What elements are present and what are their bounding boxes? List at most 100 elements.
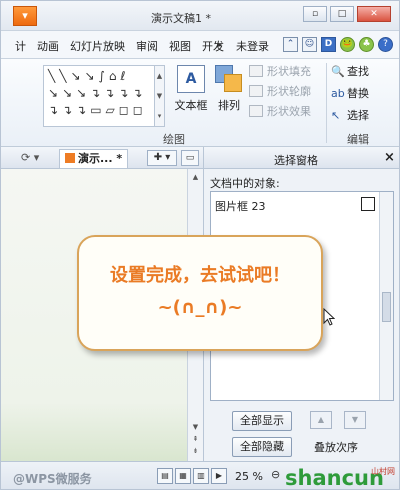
- connector-shape-icon[interactable]: ↴: [62, 103, 72, 117]
- objects-list-scrollbar[interactable]: [379, 192, 393, 400]
- select-button[interactable]: ↖ 选择: [331, 107, 369, 123]
- line-shape-icon[interactable]: ╲: [48, 69, 55, 83]
- mouse-cursor-icon: [323, 308, 335, 326]
- connector-shape-icon[interactable]: ↴: [104, 86, 114, 100]
- callout-emoticon: ~(∩_∩)~: [157, 297, 243, 318]
- shape-fill-button[interactable]: 形状填充: [249, 63, 311, 79]
- selection-pane-header: 选择窗格 ×: [204, 147, 399, 169]
- pen-icon: [249, 85, 263, 97]
- ribbon-tabs: 计 动画 幻灯片放映 审阅 视图 开发: [15, 38, 224, 54]
- frog-icon[interactable]: 🐸: [340, 37, 355, 52]
- arrow-shape-icon[interactable]: ↘: [76, 86, 86, 100]
- freeform-shape-icon[interactable]: ⌂: [109, 69, 117, 83]
- document-tab[interactable]: 演示... *: [59, 149, 129, 168]
- close-button[interactable]: ✕: [357, 6, 391, 22]
- tab-review[interactable]: 审阅: [136, 38, 158, 54]
- toolbar-icons: ⌃ ☺ D 🐸 ♣ ?: [283, 37, 393, 52]
- docer-icon[interactable]: D: [321, 37, 336, 52]
- notes-view-icon[interactable]: ▥: [193, 468, 209, 484]
- status-bar: @WPS微服务 ▤ ▦ ▥ ▶ 25 % ⊖ shancun 山村网: [1, 461, 399, 490]
- refresh-icon[interactable]: ⟳ ▾: [21, 151, 39, 164]
- shape-effects-button[interactable]: 形状效果: [249, 103, 311, 119]
- parallelogram-shape-icon[interactable]: ▱: [106, 103, 115, 117]
- arrow-shape-icon[interactable]: ↘: [85, 69, 95, 83]
- scroll-up-icon[interactable]: ▲: [189, 171, 202, 183]
- arrow-shape-icon[interactable]: ↘: [62, 86, 72, 100]
- curve-shape-icon[interactable]: ∫: [99, 69, 105, 83]
- selection-pane-title: 选择窗格: [274, 154, 318, 167]
- tab-slideshow[interactable]: 幻灯片放映: [70, 38, 125, 54]
- presentation-file-icon: [65, 153, 75, 163]
- square-shape-icon[interactable]: ◻: [133, 103, 143, 117]
- more-tabs-arrow-icon[interactable]: ▸: [213, 36, 227, 54]
- arrange-button[interactable]: 排列: [213, 65, 245, 113]
- app-menu-button[interactable]: ▾: [13, 6, 37, 26]
- tab-design[interactable]: 计: [15, 38, 26, 54]
- scroll-thumb[interactable]: [382, 292, 391, 322]
- maximize-button[interactable]: □: [330, 6, 354, 22]
- edit-group: 🔍 查找 ab 替换 ↖ 选择: [331, 63, 369, 123]
- shape-format-group: 形状填充 形状轮廓 形状效果: [249, 63, 311, 119]
- shape-row: ↘ ↘ ↘ ↴ ↴ ↴ ↴: [44, 83, 154, 100]
- connector-shape-icon[interactable]: ↴: [118, 86, 128, 100]
- tab-animation[interactable]: 动画: [37, 38, 59, 54]
- shape-row: ╲ ╲ ↘ ↘ ∫ ⌂ ℓ: [44, 66, 154, 83]
- shape-outline-button[interactable]: 形状轮廓: [249, 83, 311, 99]
- help-icon[interactable]: ?: [378, 37, 393, 52]
- trapezoid-shape-icon[interactable]: ◻: [119, 103, 129, 117]
- title-bar: ▾ 演示文稿1 * ▫ □ ✕: [1, 1, 399, 31]
- line-shape-icon[interactable]: ╲: [59, 69, 66, 83]
- pane-close-icon[interactable]: ×: [384, 150, 395, 165]
- zoom-out-icon[interactable]: ⊖: [271, 468, 280, 481]
- login-status[interactable]: 未登录: [236, 38, 269, 54]
- visibility-checkbox[interactable]: [361, 197, 375, 211]
- connector-shape-icon[interactable]: ↴: [90, 86, 100, 100]
- draw-group-label: 绘图: [163, 133, 185, 146]
- find-button[interactable]: 🔍 查找: [331, 63, 369, 79]
- slide-sorter-icon[interactable]: ▦: [175, 468, 191, 484]
- clover-icon[interactable]: ♣: [359, 37, 374, 52]
- shape-effects-label: 形状效果: [267, 105, 311, 118]
- connector-shape-icon[interactable]: ↴: [48, 103, 58, 117]
- replace-button[interactable]: ab 替换: [331, 85, 369, 101]
- watermark-right: shancun: [285, 466, 384, 490]
- collapse-ribbon-icon[interactable]: ⌃: [283, 37, 298, 52]
- show-all-button[interactable]: 全部显示: [232, 411, 292, 431]
- scroll-down-icon[interactable]: ▼: [189, 421, 202, 433]
- connector-shape-icon[interactable]: ↴: [132, 86, 142, 100]
- shapes-gallery-scroll[interactable]: ▲ ▼ ▾: [155, 65, 165, 127]
- skin-icon[interactable]: ☺: [302, 37, 317, 52]
- normal-view-icon[interactable]: ▤: [157, 468, 173, 484]
- replace-icon: ab: [331, 86, 345, 100]
- replace-label: 替换: [347, 87, 369, 100]
- tab-view[interactable]: 视图: [169, 38, 191, 54]
- minimize-button[interactable]: ▫: [303, 6, 327, 22]
- edit-group-label: 编辑: [347, 133, 369, 146]
- ribbon-separator: [326, 63, 327, 143]
- callout-bubble: 设置完成，去试试吧！ ~(∩_∩)~: [77, 235, 323, 351]
- paint-bucket-icon: [249, 65, 263, 77]
- arrow-shape-icon[interactable]: ↘: [48, 86, 58, 100]
- zoom-level[interactable]: 25 %: [235, 470, 263, 483]
- find-label: 查找: [347, 65, 369, 78]
- shapes-gallery[interactable]: ╲ ╲ ↘ ↘ ∫ ⌂ ℓ ↘ ↘ ↘ ↴ ↴ ↴ ↴ ↴ ↴ ↴ ▭ ▱ ◻ …: [43, 65, 155, 127]
- move-up-button[interactable]: ▲: [310, 411, 332, 429]
- move-down-button[interactable]: ▼: [344, 411, 366, 429]
- arrow-shape-icon[interactable]: ↘: [70, 69, 80, 83]
- new-tab-button[interactable]: ✚ ▾: [147, 150, 177, 166]
- binoculars-icon: 🔍: [331, 64, 345, 78]
- rectangle-shape-icon[interactable]: ▭: [90, 103, 101, 117]
- next-slide-icon[interactable]: ⇟: [189, 445, 202, 457]
- hide-all-button[interactable]: 全部隐藏: [232, 437, 292, 457]
- scribble-shape-icon[interactable]: ℓ: [120, 69, 125, 83]
- window-controls: ▫ □ ✕: [303, 6, 391, 22]
- objects-heading: 文档中的对象:: [210, 177, 280, 190]
- slideshow-icon[interactable]: ▶: [211, 468, 227, 484]
- wps-presentation-window: ▾ 演示文稿1 * ▫ □ ✕ 计 动画 幻灯片放映 审阅 视图 开发 ▸ 未登…: [0, 0, 400, 490]
- object-item-name[interactable]: 图片框 23: [215, 198, 266, 214]
- connector-shape-icon[interactable]: ↴: [76, 103, 86, 117]
- document-tab-label: 演示... *: [78, 152, 123, 165]
- textbox-button[interactable]: A 文本框: [171, 65, 211, 113]
- prev-slide-icon[interactable]: ⇞: [189, 433, 202, 445]
- tab-list-button[interactable]: ▭: [181, 150, 199, 166]
